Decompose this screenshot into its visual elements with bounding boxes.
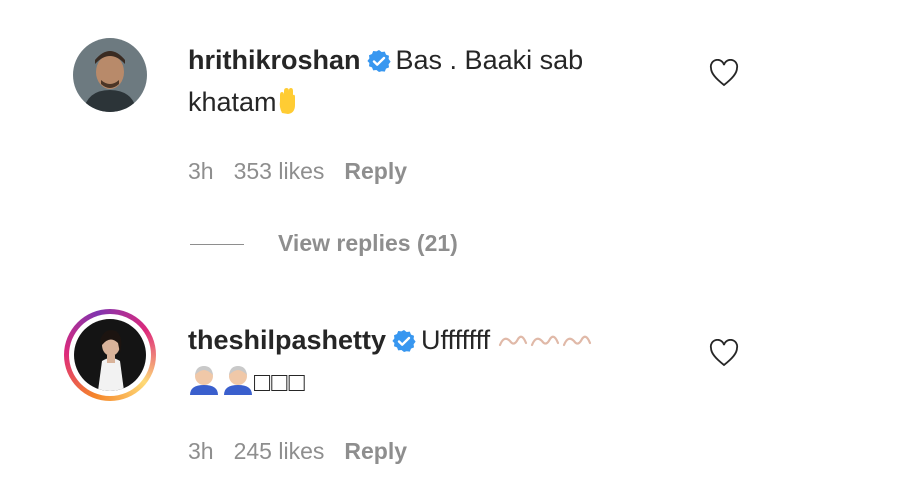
comment-body-line1: Bas . Baaki sab: [395, 45, 584, 75]
comment-text: theshilpashetty Ufffffff: [188, 320, 594, 364]
view-replies-divider: [190, 244, 244, 246]
like-heart-icon[interactable]: [709, 338, 739, 372]
avatar-ring-inner: [69, 314, 151, 396]
likes-count[interactable]: 353 likes: [234, 158, 325, 184]
comment-body-line2: khatam: [188, 87, 277, 117]
avatar[interactable]: [73, 38, 147, 112]
avatar: [74, 319, 146, 391]
comment-meta: 3h 245 likes Reply: [188, 438, 427, 465]
comment-time[interactable]: 3h: [188, 438, 214, 464]
likes-count[interactable]: 245 likes: [234, 438, 325, 464]
comment-body-line2: □□□: [254, 367, 306, 397]
verified-badge-icon: [392, 324, 416, 364]
view-replies-label[interactable]: View replies (21): [278, 230, 458, 256]
like-heart-icon[interactable]: [709, 58, 739, 92]
comment-time[interactable]: 3h: [188, 158, 214, 184]
comment-text-line2: □□□: [188, 362, 306, 406]
username[interactable]: theshilpashetty: [188, 325, 386, 355]
username[interactable]: hrithikroshan: [188, 45, 361, 75]
verified-badge-icon: [366, 44, 391, 84]
comment-body-line1: Ufffffff: [421, 325, 491, 355]
comment-text-line2: khatam: [188, 82, 297, 126]
view-replies-button[interactable]: View replies (21): [190, 230, 458, 257]
comment-meta: 3h 353 likes Reply: [188, 158, 427, 185]
story-ring-avatar[interactable]: [64, 309, 156, 401]
face-emoji-icon: [188, 365, 254, 406]
squiggle-emoji-icon: [498, 324, 594, 364]
raised-hand-emoji-icon: [277, 86, 297, 126]
comment-text: hrithikroshan Bas . Baaki sab: [188, 40, 583, 84]
reply-button[interactable]: Reply: [344, 438, 407, 464]
reply-button[interactable]: Reply: [344, 158, 407, 184]
